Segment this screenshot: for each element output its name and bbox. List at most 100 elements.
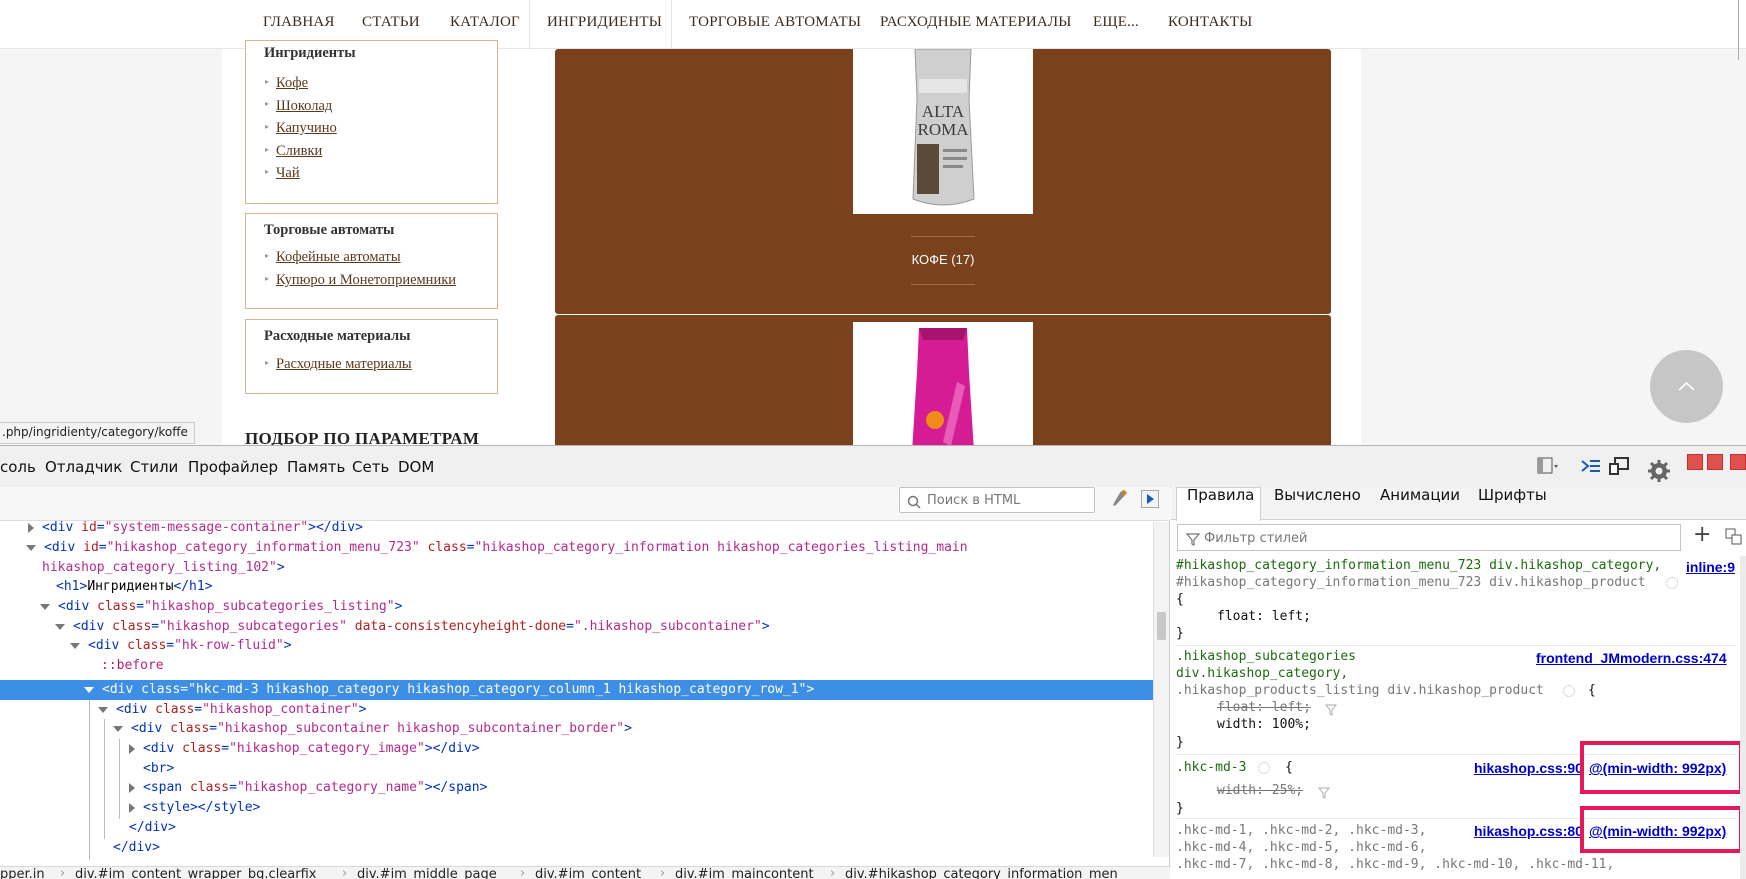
rule-source-link[interactable]: frontend_JMmodern.css:474 xyxy=(1536,650,1727,667)
nav-supplies[interactable]: РАСХОДНЫЕ МАТЕРИАЛЫ xyxy=(880,0,1072,49)
scrollbar-thumb[interactable] xyxy=(1157,612,1166,640)
rule-selector[interactable]: .hkc-md-4, .hkc-md-5, .hkc-md-6, xyxy=(1176,839,1426,856)
nav-vending[interactable]: ТОРГОВЫЕ АВТОМАТЫ xyxy=(689,0,861,49)
link-cappuccino[interactable]: Капучино xyxy=(276,120,337,137)
dock-side-icon[interactable] xyxy=(1707,454,1723,470)
tab-memory[interactable]: Память xyxy=(287,458,345,476)
divider-line xyxy=(911,236,975,237)
gear-icon[interactable] xyxy=(1666,577,1678,589)
page-scrollbar[interactable] xyxy=(1738,0,1746,60)
css-declaration[interactable]: float: left; xyxy=(1217,608,1311,625)
tab-rules[interactable]: Правила xyxy=(1187,486,1254,504)
layout-icon[interactable] xyxy=(1537,456,1559,476)
responsive-icon[interactable] xyxy=(1608,456,1630,476)
rule-selector[interactable]: #hikashop_category_information_menu_723 … xyxy=(1176,557,1661,574)
bullet-icon: ▸ xyxy=(265,145,270,154)
filter-icon[interactable] xyxy=(1324,701,1338,716)
rule-selector[interactable]: #hikashop_category_information_menu_723 … xyxy=(1176,574,1646,591)
toggle-classes-icon[interactable] xyxy=(1724,527,1744,547)
style-filter-input[interactable]: Фильтр стилей xyxy=(1177,524,1681,551)
tab-console[interactable]: соль xyxy=(0,458,36,476)
rule-selector[interactable]: .hkc-md-7, .hkc-md-8, .hkc-md-9, .hkc-md… xyxy=(1176,856,1614,873)
coffee-bag-image[interactable]: ALTA ROMA xyxy=(853,48,1033,214)
tab-network[interactable]: Сеть xyxy=(352,458,389,476)
tab-styles[interactable]: Стили xyxy=(130,458,178,476)
dom-node-selected[interactable]: <div class="hkc-md-3 hikashop_category h… xyxy=(84,680,814,700)
gear-icon[interactable] xyxy=(1647,459,1670,482)
brace-close: } xyxy=(1176,626,1184,641)
breadcrumb-item[interactable]: div.#im_content xyxy=(535,867,641,879)
css-declaration-overridden[interactable]: float: left; xyxy=(1217,699,1311,716)
gear-icon[interactable] xyxy=(1258,762,1270,774)
dom-node[interactable]: <div class="hikashop_subcontainer hikash… xyxy=(113,719,632,739)
rule-selector[interactable]: .hikashop_subcategories xyxy=(1176,648,1356,665)
dom-node[interactable]: <div id="system-message-container"></div… xyxy=(28,518,363,538)
dom-node[interactable]: <span class="hikashop_category_name"></s… xyxy=(129,778,487,798)
dom-node[interactable]: <div class="hikashop_subcategories_listi… xyxy=(40,597,402,617)
pink-bag-image[interactable] xyxy=(853,322,1033,445)
link-coffee-machines[interactable]: Кофейные автоматы xyxy=(276,249,401,266)
nav-contacts[interactable]: КОНТАКТЫ xyxy=(1168,0,1252,49)
rule-selector[interactable]: .hkc-md-3 xyxy=(1176,759,1246,776)
scroll-to-top-button[interactable] xyxy=(1650,350,1723,423)
indent-icon[interactable] xyxy=(1580,456,1602,476)
css-declaration[interactable]: width: 100%; xyxy=(1217,716,1311,733)
nav-more[interactable]: ЕЩЕ... xyxy=(1093,0,1139,49)
dom-node[interactable]: <div class="hikashop_subcategories" data… xyxy=(55,617,770,637)
dom-node[interactable]: <div class="hikashop_category_image"></d… xyxy=(129,739,480,759)
tab-profiler[interactable]: Профайлер xyxy=(188,458,278,476)
close-icon[interactable] xyxy=(1730,454,1746,470)
bullet-icon: ▸ xyxy=(265,122,270,131)
tab-dom[interactable]: DOM xyxy=(398,458,434,476)
link-chocolate[interactable]: Шоколад xyxy=(276,98,332,115)
dom-node[interactable]: <h1>Ингридиенты</h1> xyxy=(56,577,213,597)
css-declaration-overridden[interactable]: width: 25%; xyxy=(1217,782,1303,799)
tab-fonts[interactable]: Шрифты xyxy=(1478,486,1547,504)
rule-selector[interactable]: .hkc-md-1, .hkc-md-2, .hkc-md-3, xyxy=(1176,822,1426,839)
rule-selector[interactable]: div.hikashop_category, xyxy=(1176,665,1348,682)
chevron-icon: › xyxy=(830,866,836,879)
sidebar-box-vending: Торговые автоматы ▸ Кофейные автоматы ▸ … xyxy=(245,213,498,309)
dom-breadcrumb: pper.in › div.#im_content_wrapper_bg.cle… xyxy=(0,866,1170,879)
nav-ingredients[interactable]: ИНГРИДИЕНТЫ xyxy=(547,0,662,49)
gear-icon[interactable] xyxy=(1563,685,1575,697)
dom-node[interactable]: <div class="hk-row-fluid"> xyxy=(70,636,292,656)
dock-bottom-icon[interactable] xyxy=(1687,454,1703,470)
breadcrumb-item[interactable]: div.#im_content_wrapper_bg.clearfix xyxy=(75,867,317,879)
dom-pseudo-before[interactable]: ::before xyxy=(101,656,164,676)
rule-source-link[interactable]: hikashop.css:80 xyxy=(1474,823,1583,840)
sidebar-title: Торговые автоматы xyxy=(264,222,395,238)
styles-scrollbar[interactable] xyxy=(1740,556,1746,879)
bullet-icon: ▸ xyxy=(265,251,270,260)
eyedropper-icon[interactable] xyxy=(1109,489,1129,511)
link-tea[interactable]: Чай xyxy=(276,165,300,182)
html-search-input[interactable]: Поиск в HTML xyxy=(899,487,1095,513)
breadcrumb-item[interactable]: pper.in xyxy=(0,867,45,879)
nav-separator xyxy=(671,0,672,49)
dom-node[interactable]: <br> xyxy=(143,759,174,779)
dom-node-close[interactable]: </div> xyxy=(129,818,176,838)
link-supplies[interactable]: Расходные материалы xyxy=(276,356,412,373)
rule-source-link[interactable]: hikashop.css:90 xyxy=(1474,760,1583,777)
rule-selector[interactable]: .hikashop_products_listing div.hikashop_… xyxy=(1176,682,1544,699)
link-coffee[interactable]: Кофе xyxy=(276,75,308,92)
link-bill-acceptors[interactable]: Купюро и Монетоприемники xyxy=(276,272,456,289)
link-cream[interactable]: Сливки xyxy=(276,143,322,160)
rule-source-link[interactable]: inline:9 xyxy=(1686,559,1735,576)
dom-node[interactable]: <div id="hikashop_category_information_m… xyxy=(26,538,968,558)
html-pane-scrollbar[interactable] xyxy=(1153,522,1169,857)
dom-node-close[interactable]: </div> xyxy=(113,838,160,858)
category-label[interactable]: КОФЕ (17) xyxy=(555,252,1331,267)
filter-icon[interactable] xyxy=(1317,784,1331,799)
dom-node[interactable]: <div class="hikashop_container"> xyxy=(98,700,366,720)
breadcrumb-item[interactable]: div.#im_maincontent xyxy=(675,867,814,879)
tab-animations[interactable]: Анимации xyxy=(1380,486,1460,504)
add-rule-icon[interactable]: + xyxy=(1693,524,1713,546)
dom-node[interactable]: <style></style> xyxy=(129,798,260,818)
expand-pane-button[interactable] xyxy=(1141,490,1159,508)
tab-computed[interactable]: Вычислено xyxy=(1274,486,1361,504)
tab-debugger[interactable]: Отладчик xyxy=(45,458,122,476)
tree-guide xyxy=(119,739,120,819)
breadcrumb-item[interactable]: div.#im_middle_page xyxy=(357,867,497,879)
breadcrumb-item[interactable]: div.#hikashop_category_information_men xyxy=(845,867,1118,879)
